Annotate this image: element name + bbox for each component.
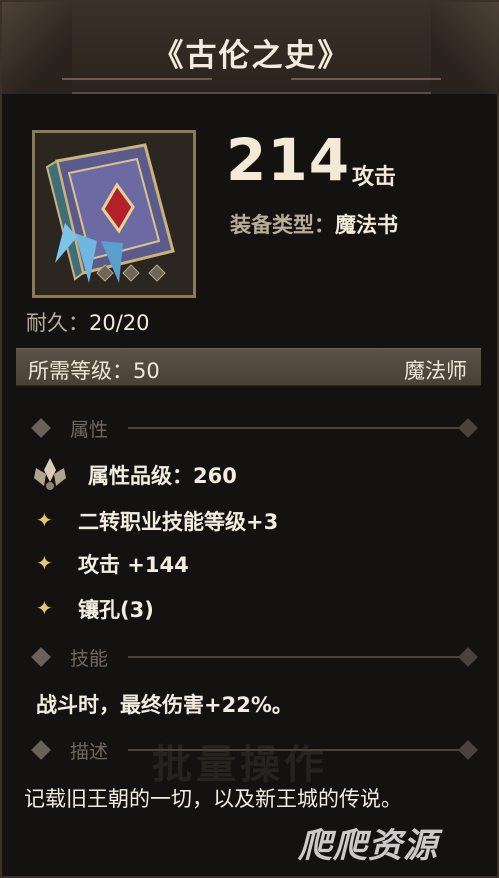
skill-section-label: 技能 <box>70 648 109 670</box>
attributes-section-divider: 属性 <box>28 413 483 443</box>
attribute-row: ✦ 镶孔(3) <box>2 592 499 628</box>
item-icon-frame[interactable] <box>32 130 196 298</box>
required-level: 所需等级：50 <box>28 359 160 383</box>
diamond-icon <box>458 647 478 667</box>
diamond-icon <box>31 418 51 438</box>
attack-value: 214 <box>226 126 351 194</box>
site-logo: 爬爬资源 <box>298 826 438 866</box>
diamond-icon <box>458 740 478 760</box>
attribute-text: 镶孔(3) <box>78 598 154 622</box>
attribute-text: 二转职业技能等级+3 <box>78 510 279 534</box>
header-ornament-right <box>291 78 441 80</box>
diamond-icon <box>31 740 51 760</box>
star-bullet-icon: ✦ <box>36 508 53 532</box>
spellbook-icon <box>35 133 193 295</box>
item-tooltip-card: 《古伦之史》 214 攻击 装备类型：魔法书 耐久：20/20 所需等级：50 … <box>0 0 499 878</box>
attribute-row: 属性品级：260 <box>2 458 499 494</box>
diamond-icon <box>31 647 51 667</box>
star-bullet-icon: ✦ <box>36 551 53 575</box>
attribute-row: ✦ 二转职业技能等级+3 <box>2 504 499 540</box>
attribute-row: ✦ 攻击 +144 <box>2 547 499 583</box>
attribute-text: 攻击 +144 <box>78 553 189 577</box>
description-section-divider: 描述 <box>28 735 483 765</box>
durability-row: 耐久：20/20 <box>26 307 150 337</box>
divider-line <box>128 656 468 658</box>
header-ornament-left <box>62 78 212 80</box>
tooltip-header: 《古伦之史》 <box>2 2 499 94</box>
description-section-label: 描述 <box>70 741 109 763</box>
skill-description: 战斗时，最终伤害+22%。 <box>36 693 293 717</box>
class-requirement: 魔法师 <box>404 359 467 383</box>
diamond-icon <box>458 418 478 438</box>
item-description: 记载旧王朝的一切，以及新王城的传说。 <box>24 787 402 811</box>
durability-key: 耐久： <box>26 311 89 335</box>
attributes-section-label: 属性 <box>70 419 109 441</box>
star-bullet-icon: ✦ <box>36 596 53 620</box>
divider-line <box>128 749 468 751</box>
equip-type-row: 装备类型：魔法书 <box>230 209 398 239</box>
item-title: 《古伦之史》 <box>152 38 351 74</box>
attribute-text: 属性品级：260 <box>88 464 237 488</box>
skill-section-divider: 技能 <box>28 642 483 672</box>
requirement-bar: 所需等级：50 魔法师 <box>16 348 481 386</box>
equip-type-key: 装备类型： <box>230 213 335 237</box>
equip-type-value: 魔法书 <box>335 213 398 237</box>
attack-label: 攻击 <box>352 165 397 190</box>
durability-value: 20/20 <box>89 311 150 335</box>
divider-line <box>128 427 468 429</box>
